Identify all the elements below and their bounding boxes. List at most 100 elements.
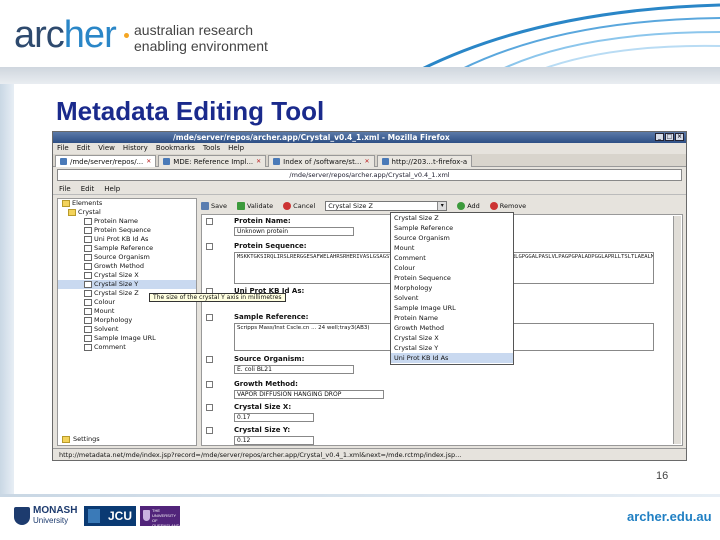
field-checkbox[interactable] [206,427,213,434]
dropdown-option[interactable]: Growth Method [391,323,513,333]
tree-item[interactable]: Sample Reference [58,244,196,253]
maximize-icon[interactable]: □ [665,133,674,141]
menu-help[interactable]: Help [228,143,244,154]
dropdown-option[interactable]: Comment [391,253,513,263]
page-icon [163,158,171,165]
tree-item-selected[interactable]: Crystal Size Y [58,280,196,289]
tab-close-icon[interactable]: ✕ [364,158,369,165]
validate-button[interactable]: Validate [236,202,273,210]
form-scrollbar[interactable] [673,216,681,444]
settings-folder-icon [62,435,70,443]
save-button[interactable]: Save [201,202,227,210]
tree-item[interactable]: Protein Sequence [58,226,196,235]
tree-item[interactable]: Solvent [58,325,196,334]
tab-http-203[interactable]: http://203...t-firefox-a [376,155,473,167]
page-icon [381,158,389,165]
app-menu-help[interactable]: Help [104,183,120,194]
dropdown-option-highlighted[interactable]: Uni Prot KB Id As [391,353,513,363]
menu-tools[interactable]: Tools [203,143,220,154]
dropdown-option[interactable]: Crystal Size Y [391,343,513,353]
protein-name-input[interactable]: Unknown protein [234,227,354,236]
menu-edit[interactable]: Edit [77,143,91,154]
tree-item[interactable]: Growth Method [58,262,196,271]
add-button[interactable]: Add [457,202,480,210]
tree-item[interactable]: Morphology [58,316,196,325]
tree-item[interactable]: Comment [58,343,196,352]
element-icon [84,281,92,288]
dropdown-option[interactable]: Sample Reference [391,223,513,233]
tree-item[interactable]: Crystal Size X [58,271,196,280]
dropdown-option[interactable]: Morphology [391,283,513,293]
element-select[interactable]: Crystal Size Z ▾ [325,201,448,211]
tree-item[interactable]: Mount [58,307,196,316]
element-icon [84,344,92,351]
menu-view[interactable]: View [98,143,115,154]
field-checkbox[interactable] [206,404,213,411]
dropdown-option[interactable]: Crystal Size X [391,333,513,343]
field-checkbox[interactable] [206,356,213,363]
dropdown-option[interactable]: Solvent [391,293,513,303]
dropdown-option[interactable]: Protein Sequence [391,273,513,283]
field-checkbox[interactable] [206,381,213,388]
form-toolbar: Save Validate Cancel Crystal Size Z ▾ Add… [201,200,681,212]
field-checkbox[interactable] [206,243,213,250]
remove-button[interactable]: Remove [489,202,526,210]
app-menu-file[interactable]: File [59,183,71,194]
menu-file[interactable]: File [57,143,69,154]
browser-tabbar: /mde/server/repos/... ✕ MDE: Reference I… [53,154,686,167]
element-icon [84,326,92,333]
dropdown-option[interactable]: Protein Name [391,313,513,323]
browser-menubar: File Edit View History Bookmarks Tools H… [53,143,686,154]
element-icon [84,218,92,225]
remove-icon [489,202,498,210]
element-dropdown-list: Crystal Size Z Sample Reference Source O… [390,212,514,365]
dropdown-option[interactable]: Source Organism [391,233,513,243]
tree-item[interactable]: Protein Name [58,217,196,226]
tree-root[interactable]: Elements [58,199,196,208]
window-title: /mde/server/repos/archer.app/Crystal_v0.… [173,133,450,142]
close-icon[interactable]: × [675,133,684,141]
jcu-logo: JCU [84,506,136,526]
tab-close-icon[interactable]: ✕ [256,158,261,165]
growth-method-input[interactable]: VAPOR DIFFUSION HANGING DROP [234,390,384,399]
header-swoosh-graphic [419,3,720,70]
tab-close-icon[interactable]: ✕ [146,158,151,165]
tree-group[interactable]: Crystal [58,208,196,217]
firefox-window: /mde/server/repos/archer.app/Crystal_v0.… [52,131,687,461]
tree-item[interactable]: Sample Image URL [58,334,196,343]
element-icon [84,236,92,243]
tab-mde-reference[interactable]: MDE: Reference Impl... ✕ [158,155,267,167]
field-checkbox[interactable] [206,314,213,321]
tab-index-software[interactable]: Index of /software/st... ✕ [268,155,375,167]
uq-logo: THE UNIVERSITY OF QUEENSLAND AUSTRALIA [140,506,180,533]
tree-item[interactable]: Source Organism [58,253,196,262]
url-bar[interactable]: /mde/server/repos/archer.app/Crystal_v0.… [57,169,682,181]
tooltip: The size of the crystal Y axis in millim… [149,293,286,302]
crystal-size-y-input[interactable]: 0.12 [234,436,314,445]
element-icon [84,335,92,342]
tree-item[interactable]: Uni Prot KB Id As [58,235,196,244]
dropdown-option[interactable]: Mount [391,243,513,253]
cancel-icon [283,202,292,210]
dropdown-option[interactable]: Crystal Size Z [391,213,513,223]
chevron-down-icon: ▾ [437,202,447,210]
source-organism-input[interactable]: E. coli BL21 [234,365,354,374]
crystal-size-x-input[interactable]: 0.17 [234,413,314,422]
element-icon [84,245,92,252]
minimize-icon[interactable]: _ [655,133,664,141]
save-icon [201,202,209,210]
settings-node[interactable]: Settings [62,435,100,443]
check-icon [236,202,245,210]
cancel-button[interactable]: Cancel [283,202,315,210]
app-menubar: File Edit Help [53,183,686,195]
element-icon [84,299,92,306]
app-menu-edit[interactable]: Edit [81,183,95,194]
dropdown-option[interactable]: Colour [391,263,513,273]
menu-bookmarks[interactable]: Bookmarks [156,143,195,154]
field-checkbox[interactable] [206,218,213,225]
tab-mde-repos[interactable]: /mde/server/repos/... ✕ [55,155,157,167]
menu-history[interactable]: History [123,143,148,154]
dropdown-option[interactable]: Sample Image URL [391,303,513,313]
archer-logo: archer [14,14,117,56]
page-icon [60,158,67,165]
